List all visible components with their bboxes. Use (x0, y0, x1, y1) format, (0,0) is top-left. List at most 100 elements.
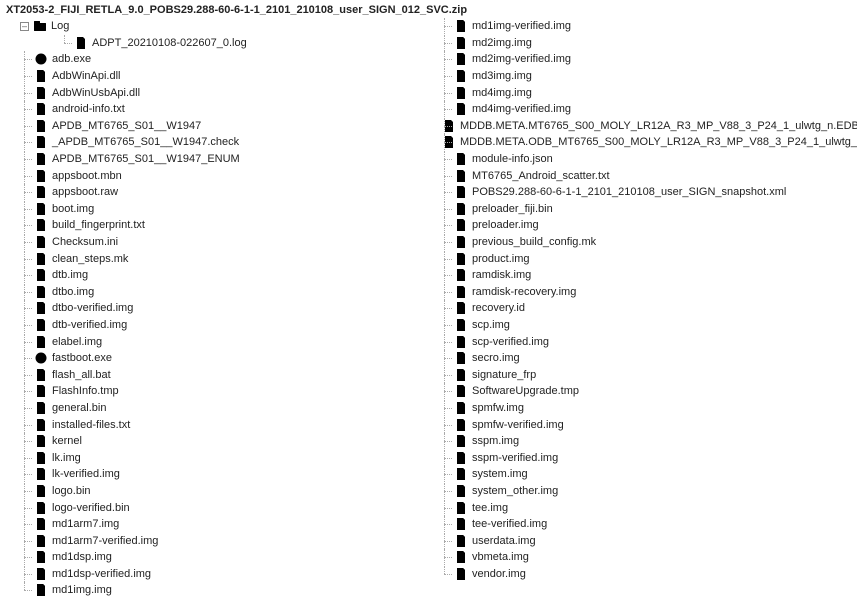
tree-item-file[interactable]: md3img.img (426, 68, 846, 85)
tree-item-label: appsboot.raw (52, 186, 118, 198)
tree-item-file[interactable]: logo-verified.bin (6, 499, 426, 516)
tree-elbow-icon (20, 400, 32, 416)
tree-item-file[interactable]: md1dsp-verified.img (6, 566, 426, 583)
tree-item-file[interactable]: system_other.img (426, 483, 846, 500)
tree-item-file[interactable]: android-info.txt (6, 101, 426, 118)
tree-item-file[interactable]: adb.exe (6, 51, 426, 68)
tree-elbow-icon (20, 367, 32, 383)
tree-item-label: android-info.txt (52, 103, 125, 115)
tree-item-file[interactable]: build_fingerprint.txt (6, 217, 426, 234)
tree-item-file[interactable]: ramdisk.img (426, 267, 846, 284)
tree-item-file[interactable]: preloader_fiji.bin (426, 201, 846, 218)
tree-item-file[interactable]: flash_all.bat (6, 366, 426, 383)
tree-item-file[interactable]: installed-files.txt (6, 416, 426, 433)
tree-item-file[interactable]: dtbo-verified.img (6, 300, 426, 317)
tree-item-file[interactable]: elabel.img (6, 333, 426, 350)
file-icon (34, 218, 48, 232)
tree-item-file[interactable]: userdata.img (426, 532, 846, 549)
tree-item-file[interactable]: scp.img (426, 317, 846, 334)
file-icon (454, 318, 468, 332)
tree-item-label: previous_build_config.mk (472, 236, 596, 248)
tree-item-file[interactable]: dtb-verified.img (6, 317, 426, 334)
tree-item-file[interactable]: appsboot.raw (6, 184, 426, 201)
tree-item-file[interactable]: md1arm7.img (6, 516, 426, 533)
tree-item-file[interactable]: product.img (426, 250, 846, 267)
tree-item-label: md1img-verified.img (472, 20, 571, 32)
tree-elbow-icon (20, 483, 32, 499)
file-icon (34, 301, 48, 315)
tree-item-file[interactable]: ramdisk-recovery.img (426, 284, 846, 301)
tree-item-file[interactable]: vendor.img (426, 566, 846, 583)
tree-item-file[interactable]: MT6765_Android_scatter.txt (426, 167, 846, 184)
tree-elbow-icon (20, 317, 32, 333)
collapse-toggle-icon[interactable]: – (20, 22, 29, 31)
tree-item-file[interactable]: APDB_MT6765_S01__W1947 (6, 118, 426, 135)
tree-item-file[interactable]: MDDB.META.MT6765_S00_MOLY_LR12A_R3_MP_V8… (426, 118, 846, 135)
tree-item-file[interactable]: MDDB.META.ODB_MT6765_S00_MOLY_LR12A_R3_M… (426, 134, 846, 151)
tree-item-file[interactable]: md4img-verified.img (426, 101, 846, 118)
tree-item-file[interactable]: signature_frp (426, 366, 846, 383)
tree-item-file[interactable]: spmfw.img (426, 400, 846, 417)
tree-item-label: dtb.img (52, 269, 88, 281)
tree-elbow-icon (20, 151, 32, 167)
tree-item-file[interactable]: FlashInfo.tmp (6, 383, 426, 400)
tree-item-file[interactable]: secro.img (426, 350, 846, 367)
tree-item-file[interactable]: lk-verified.img (6, 466, 426, 483)
tree-item-file[interactable]: dtb.img (6, 267, 426, 284)
tree-item-label: md2img-verified.img (472, 53, 571, 65)
tree-elbow-icon (440, 101, 452, 117)
tree-item-file[interactable]: logo.bin (6, 483, 426, 500)
tree-item-file[interactable]: Checksum.ini (6, 234, 426, 251)
tree-item-file[interactable]: preloader.img (426, 217, 846, 234)
tree-item-file[interactable]: md2img.img (426, 35, 846, 52)
tree-item-file[interactable]: spmfw-verified.img (426, 416, 846, 433)
tree-item-file[interactable]: vbmeta.img (426, 549, 846, 566)
text-file-icon (74, 36, 88, 50)
tree-item-file[interactable]: kernel (6, 433, 426, 450)
file-icon (454, 434, 468, 448)
tree-item-file[interactable]: md1arm7-verified.img (6, 532, 426, 549)
tree-item-file[interactable]: general.bin (6, 400, 426, 417)
tree-item-file[interactable]: boot.img (6, 201, 426, 218)
tree-elbow-icon (20, 417, 32, 433)
tree-item-file[interactable]: fastboot.exe (6, 350, 426, 367)
tree-item-file[interactable]: module-info.json (426, 151, 846, 168)
tree-item-file[interactable]: sspm.img (426, 433, 846, 450)
file-icon (34, 583, 48, 597)
file-icon (454, 401, 468, 415)
tree-item-file[interactable]: APDB_MT6765_S01__W1947_ENUM (6, 151, 426, 168)
file-icon (34, 517, 48, 531)
tree-item-file[interactable]: SoftwareUpgrade.tmp (426, 383, 846, 400)
tree-elbow-icon (20, 350, 32, 366)
tree-item-file[interactable]: md4img.img (426, 84, 846, 101)
tree-item-file[interactable]: md1img.img (6, 582, 426, 599)
tree-item-file[interactable]: scp-verified.img (426, 333, 846, 350)
tree-item-file[interactable]: AdbWinUsbApi.dll (6, 84, 426, 101)
tree-elbow-icon (20, 68, 32, 84)
tree-item-label: SoftwareUpgrade.tmp (472, 385, 579, 397)
tree-item-label: logo.bin (52, 485, 91, 497)
tree-item-file[interactable]: sspm-verified.img (426, 449, 846, 466)
tree-item-file[interactable]: tee-verified.img (426, 516, 846, 533)
tree-item-file[interactable]: POBS29.288-60-6-1-1_2101_210108_user_SIG… (426, 184, 846, 201)
tree-item-file[interactable]: clean_steps.mk (6, 250, 426, 267)
tree-item-file[interactable]: md2img-verified.img (426, 51, 846, 68)
tree-item-file[interactable]: appsboot.mbn (6, 167, 426, 184)
tree-item-file[interactable]: previous_build_config.mk (426, 234, 846, 251)
tree-item-file[interactable]: md1dsp.img (6, 549, 426, 566)
tree-item-file[interactable]: _APDB_MT6765_S01__W1947.check (6, 134, 426, 151)
tree-item-label: md1dsp-verified.img (52, 568, 151, 580)
tree-item-file[interactable]: system.img (426, 466, 846, 483)
tree-item-file[interactable]: ADPT_20210108-022607_0.log (6, 35, 426, 52)
tree-item-label: fastboot.exe (52, 352, 112, 364)
file-icon (34, 401, 48, 415)
tree-item-folder-log[interactable]: – Log (6, 18, 426, 35)
tree-item-file[interactable]: lk.img (6, 449, 426, 466)
tree-item-file[interactable]: recovery.id (426, 300, 846, 317)
file-icon (454, 19, 468, 33)
tree-item-label: boot.img (52, 203, 94, 215)
tree-item-file[interactable]: tee.img (426, 499, 846, 516)
tree-item-file[interactable]: md1img-verified.img (426, 18, 846, 35)
tree-item-file[interactable]: AdbWinApi.dll (6, 68, 426, 85)
tree-item-file[interactable]: dtbo.img (6, 284, 426, 301)
